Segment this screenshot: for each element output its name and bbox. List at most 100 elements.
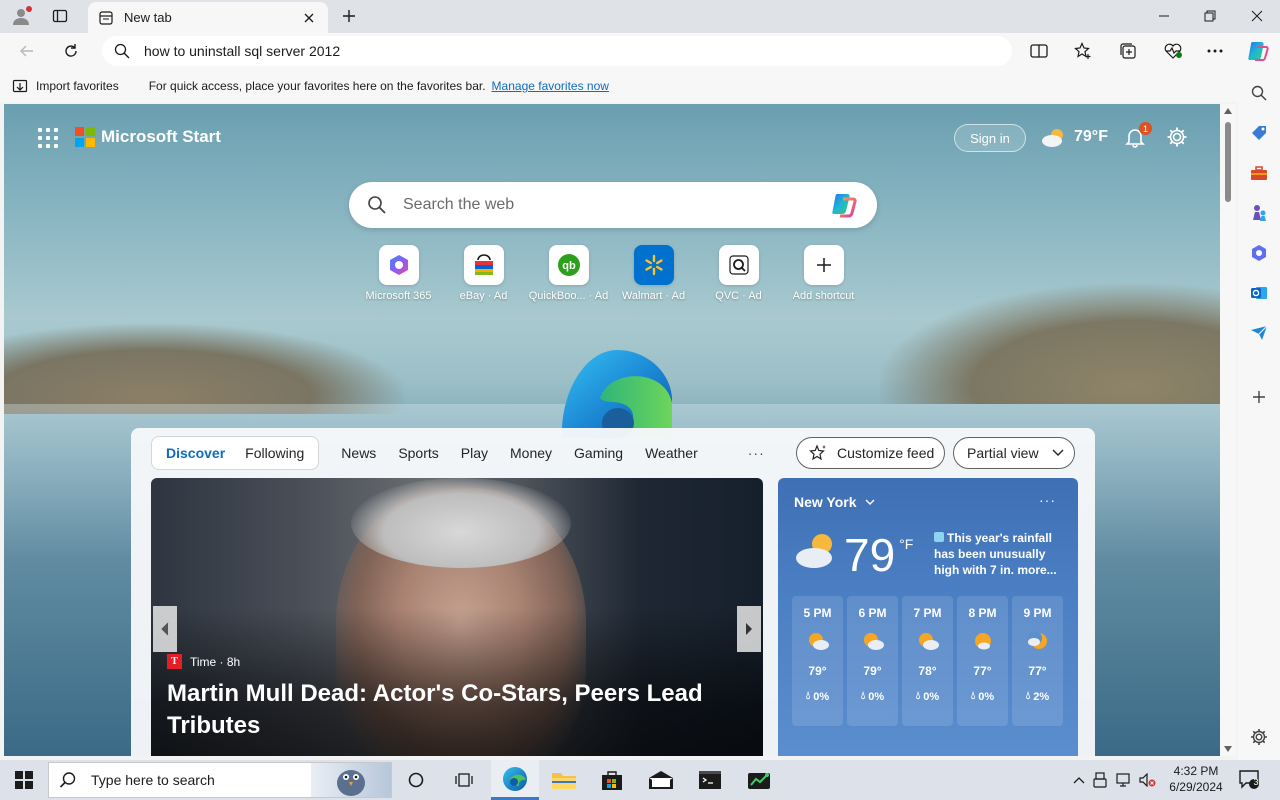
- action-center-button[interactable]: 3: [1238, 768, 1260, 790]
- hero-article-card[interactable]: T Time · 8h Martin Mull Dead: Actor's Co…: [151, 478, 763, 756]
- web-search-box[interactable]: Search the web: [349, 182, 877, 228]
- terminal-icon: [699, 771, 721, 789]
- shortcut-microsoft-365[interactable]: Microsoft 365: [356, 245, 441, 302]
- add-favorite-button[interactable]: [1068, 37, 1098, 65]
- copilot-icon[interactable]: [829, 191, 859, 219]
- copilot-button[interactable]: [1243, 37, 1273, 65]
- show-hidden-icons-button[interactable]: [1070, 776, 1088, 784]
- new-tab-page: Microsoft Start Sign in 79°F 1 Search th…: [4, 104, 1220, 756]
- hour-temp: 79°: [808, 664, 827, 678]
- sidebar-settings-button[interactable]: [1248, 726, 1270, 748]
- collections-button[interactable]: [1113, 37, 1143, 65]
- nav-sports[interactable]: Sports: [398, 445, 438, 461]
- task-view-icon: [455, 773, 473, 787]
- split-screen-button[interactable]: [1024, 37, 1054, 65]
- shortcut-ebay[interactable]: eBay · Ad: [441, 245, 526, 302]
- nav-weather[interactable]: Weather: [645, 445, 698, 461]
- tab-following[interactable]: Following: [235, 445, 314, 461]
- customize-feed-label: Customize feed: [837, 445, 935, 461]
- profile-button[interactable]: [8, 4, 34, 28]
- tray-device-button[interactable]: [1088, 772, 1112, 788]
- restore-button[interactable]: [1187, 0, 1233, 32]
- sidebar-microsoft-365-button[interactable]: [1248, 242, 1270, 264]
- refresh-button[interactable]: [56, 37, 86, 65]
- hourly-item: 5 PM 79° 💧︎ 0%: [792, 596, 843, 726]
- taskbar-store-button[interactable]: [588, 760, 636, 800]
- partly-cloudy-icon: [1042, 129, 1063, 147]
- sidebar-search-button[interactable]: [1248, 82, 1270, 104]
- sign-in-button[interactable]: Sign in: [954, 124, 1026, 152]
- shortcut-label: QVC · Ad: [715, 290, 762, 302]
- star-plus-icon: [1074, 42, 1091, 59]
- close-window-button[interactable]: [1234, 0, 1280, 32]
- scroll-up-arrow-icon[interactable]: [1224, 108, 1232, 114]
- nav-more-button[interactable]: ···: [748, 445, 765, 461]
- close-tab-icon[interactable]: [300, 9, 318, 27]
- shortcut-quickbooks[interactable]: qb QuickBoo... · Ad: [526, 245, 611, 302]
- weather-more-button[interactable]: ···: [1039, 492, 1056, 508]
- task-view-button[interactable]: [444, 760, 484, 800]
- weather-insight[interactable]: This year's rainfall has been unusually …: [934, 530, 1064, 578]
- view-mode-dropdown[interactable]: Partial view: [953, 437, 1075, 469]
- weather-card[interactable]: New York ··· 79 °F This year's rainfall …: [778, 478, 1078, 756]
- chevron-right-icon: [746, 623, 752, 635]
- tray-volume-button[interactable]: [1136, 773, 1160, 787]
- nav-news[interactable]: News: [341, 445, 376, 461]
- taskbar-terminal-button[interactable]: [686, 760, 734, 800]
- cortana-button[interactable]: [396, 760, 436, 800]
- chevron-down-icon: [865, 499, 875, 505]
- scrollbar-thumb[interactable]: [1225, 122, 1231, 202]
- minimize-button[interactable]: [1141, 0, 1187, 32]
- sidebar-add-button[interactable]: [1248, 386, 1270, 408]
- network-icon: [1116, 773, 1130, 787]
- volume-muted-icon: [1139, 773, 1156, 787]
- page-scrollbar[interactable]: [1220, 104, 1236, 756]
- page-settings-button[interactable]: [1166, 126, 1188, 148]
- manage-favorites-link[interactable]: Manage favorites now: [492, 79, 609, 93]
- notifications-button[interactable]: 1: [1124, 122, 1152, 150]
- taskbar-app-button[interactable]: [735, 760, 783, 800]
- carousel-prev-button[interactable]: [153, 606, 177, 652]
- import-favorites-button[interactable]: Import favorites: [12, 78, 119, 94]
- scroll-down-arrow-icon[interactable]: [1224, 746, 1232, 752]
- taskbar-mail-button[interactable]: [637, 760, 685, 800]
- sidebar-shopping-button[interactable]: [1248, 122, 1270, 144]
- address-text: how to uninstall sql server 2012: [144, 43, 341, 59]
- carousel-next-button[interactable]: [737, 606, 761, 652]
- article-headline[interactable]: Martin Mull Dead: Actor's Co-Stars, Peer…: [167, 678, 727, 742]
- app-launcher-icon[interactable]: [38, 128, 58, 148]
- taskbar-file-explorer-button[interactable]: [540, 760, 588, 800]
- customize-feed-button[interactable]: Customize feed: [796, 437, 945, 469]
- sidebar-drop-button[interactable]: [1248, 322, 1270, 344]
- weather-widget-button[interactable]: 79°F: [1040, 126, 1108, 148]
- sidebar-outlook-button[interactable]: [1248, 282, 1270, 304]
- taskbar-clock[interactable]: 4:32 PM 6/29/2024: [1160, 763, 1232, 795]
- nav-money[interactable]: Money: [510, 445, 552, 461]
- microsoft-start-logo[interactable]: Microsoft Start: [75, 127, 221, 147]
- taskbar-search-box[interactable]: Type here to search: [48, 762, 392, 798]
- sidebar-tools-button[interactable]: [1248, 162, 1270, 184]
- address-bar[interactable]: how to uninstall sql server 2012: [102, 36, 1012, 66]
- taskbar-edge-button[interactable]: [491, 760, 539, 800]
- tab-new-tab[interactable]: New tab: [88, 2, 328, 33]
- hour-time: 7 PM: [913, 606, 942, 620]
- tab-discover[interactable]: Discover: [156, 445, 235, 461]
- system-tray: [1070, 760, 1160, 800]
- browser-essentials-button[interactable]: [1158, 37, 1188, 65]
- shortcut-qvc[interactable]: QVC · Ad: [696, 245, 781, 302]
- nav-play[interactable]: Play: [461, 445, 488, 461]
- shortcut-add[interactable]: Add shortcut: [781, 245, 866, 302]
- search-placeholder: Search the web: [403, 196, 515, 213]
- new-tab-button[interactable]: [338, 4, 360, 28]
- back-button[interactable]: [12, 37, 42, 65]
- clock-date: 6/29/2024: [1169, 780, 1223, 794]
- start-button[interactable]: [0, 760, 48, 800]
- shortcut-walmart[interactable]: Walmart · Ad: [611, 245, 696, 302]
- weather-location-dropdown[interactable]: New York: [794, 494, 875, 510]
- nav-gaming[interactable]: Gaming: [574, 445, 623, 461]
- restore-icon: [1204, 10, 1216, 22]
- tab-actions-button[interactable]: [44, 4, 76, 28]
- settings-menu-button[interactable]: [1200, 37, 1230, 65]
- tray-network-button[interactable]: [1112, 773, 1136, 787]
- sidebar-games-button[interactable]: [1248, 202, 1270, 224]
